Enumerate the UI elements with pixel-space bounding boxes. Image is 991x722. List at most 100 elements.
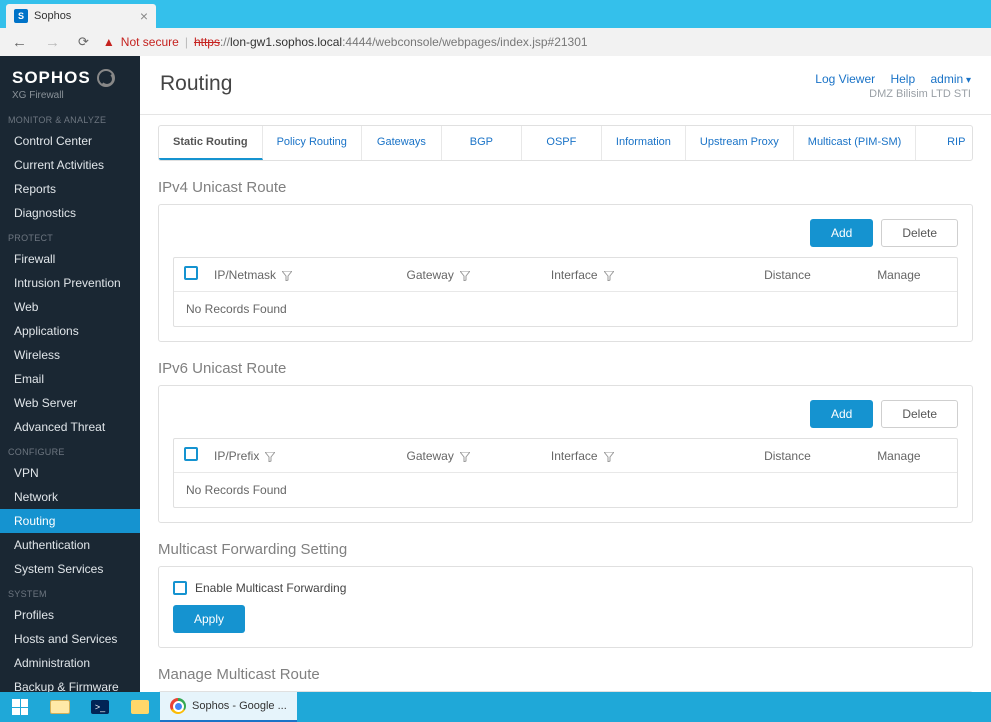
- windows-icon: [12, 699, 28, 715]
- ipv6-add-button[interactable]: Add: [810, 400, 873, 428]
- sidebar: SOPHOS XG Firewall MONITOR & ANALYZECont…: [0, 56, 140, 692]
- col-gateway: Gateway: [407, 268, 454, 282]
- back-button[interactable]: ←: [8, 34, 31, 51]
- taskbar-chrome-window[interactable]: Sophos - Google ...: [160, 692, 297, 722]
- sidebar-item-profiles[interactable]: Profiles: [0, 603, 140, 627]
- taskbar-files[interactable]: [120, 692, 160, 722]
- filter-icon[interactable]: [460, 451, 470, 461]
- tab-ospf[interactable]: OSPF: [522, 126, 602, 160]
- sidebar-item-administration[interactable]: Administration: [0, 651, 140, 675]
- close-icon[interactable]: ×: [140, 8, 148, 24]
- mcast-fwd-panel: Enable Multicast Forwarding Apply: [158, 566, 973, 648]
- ipv6-select-all-checkbox[interactable]: [184, 447, 198, 461]
- sidebar-item-wireless[interactable]: Wireless: [0, 343, 140, 367]
- col-manage: Manage: [877, 449, 920, 463]
- ipv4-panel: Add Delete IP/Netmask Gateway Interface …: [158, 204, 973, 342]
- sidebar-item-diagnostics[interactable]: Diagnostics: [0, 201, 140, 225]
- col-interface: Interface: [551, 268, 598, 282]
- browser-tab[interactable]: S Sophos ×: [6, 4, 156, 28]
- col-manage: Manage: [877, 268, 920, 282]
- sidebar-item-reports[interactable]: Reports: [0, 177, 140, 201]
- mcast-mgr-title: Manage Multicast Route: [158, 666, 973, 683]
- tab-gateways[interactable]: Gateways: [362, 126, 442, 160]
- sidebar-item-authentication[interactable]: Authentication: [0, 533, 140, 557]
- taskbar-app-title: Sophos - Google ...: [192, 700, 287, 712]
- powershell-icon: >_: [91, 700, 109, 714]
- tab-policy-routing[interactable]: Policy Routing: [263, 126, 362, 160]
- taskbar-powershell[interactable]: >_: [80, 692, 120, 722]
- sidebar-item-web-server[interactable]: Web Server: [0, 391, 140, 415]
- chrome-icon: [170, 698, 186, 714]
- logo: SOPHOS XG Firewall: [0, 56, 140, 107]
- folder-icon: [131, 700, 149, 714]
- not-secure-label: Not secure: [121, 35, 179, 49]
- tab-bgp[interactable]: BGP: [442, 126, 522, 160]
- sidebar-item-hosts-and-services[interactable]: Hosts and Services: [0, 627, 140, 651]
- sidebar-item-web[interactable]: Web: [0, 295, 140, 319]
- col-interface: Interface: [551, 449, 598, 463]
- sidebar-item-applications[interactable]: Applications: [0, 319, 140, 343]
- sidebar-item-firewall[interactable]: Firewall: [0, 247, 140, 271]
- sidebar-item-backup-firmware[interactable]: Backup & Firmware: [0, 675, 140, 692]
- sidebar-section-header: CONFIGURE: [0, 439, 140, 461]
- ipv6-delete-button[interactable]: Delete: [881, 400, 958, 428]
- warning-icon: ▲: [103, 35, 115, 49]
- enable-multicast-checkbox[interactable]: [173, 581, 187, 595]
- explorer-icon: [50, 700, 70, 714]
- logo-text: SOPHOS: [12, 68, 91, 88]
- sidebar-section-header: MONITOR & ANALYZE: [0, 107, 140, 129]
- enable-multicast-label: Enable Multicast Forwarding: [195, 581, 346, 595]
- sidebar-item-advanced-threat[interactable]: Advanced Threat: [0, 415, 140, 439]
- sidebar-item-control-center[interactable]: Control Center: [0, 129, 140, 153]
- page-title: Routing: [160, 72, 232, 96]
- filter-icon[interactable]: [265, 451, 275, 461]
- org-name: DMZ Bilisim LTD STI: [803, 88, 971, 100]
- tab-rip[interactable]: RIP: [916, 126, 973, 160]
- tab-static-routing[interactable]: Static Routing: [159, 126, 263, 160]
- taskbar-explorer[interactable]: [40, 692, 80, 722]
- help-link[interactable]: Help: [890, 72, 915, 86]
- favicon: S: [14, 9, 28, 23]
- sidebar-item-routing[interactable]: Routing: [0, 509, 140, 533]
- ipv6-section-title: IPv6 Unicast Route: [158, 360, 973, 377]
- apply-button[interactable]: Apply: [173, 605, 245, 633]
- sidebar-item-network[interactable]: Network: [0, 485, 140, 509]
- forward-button: →: [41, 34, 64, 51]
- reload-button[interactable]: ⟳: [74, 34, 93, 50]
- tab-information[interactable]: Information: [602, 126, 686, 160]
- filter-icon[interactable]: [604, 270, 614, 280]
- sidebar-section-header: PROTECT: [0, 225, 140, 247]
- sidebar-item-vpn[interactable]: VPN: [0, 461, 140, 485]
- tab-bar: Static RoutingPolicy RoutingGatewaysBGPO…: [158, 125, 973, 161]
- sidebar-item-system-services[interactable]: System Services: [0, 557, 140, 581]
- filter-icon[interactable]: [604, 451, 614, 461]
- ipv4-add-button[interactable]: Add: [810, 219, 873, 247]
- admin-menu[interactable]: admin: [931, 72, 972, 86]
- start-button[interactable]: [0, 692, 40, 722]
- url-host: lon-gw1.sophos.local: [230, 35, 342, 49]
- logo-icon: [97, 69, 115, 87]
- url-scheme: https: [194, 35, 220, 49]
- ipv6-empty-row: No Records Found: [174, 472, 957, 507]
- col-gateway: Gateway: [407, 449, 454, 463]
- ipv4-select-all-checkbox[interactable]: [184, 266, 198, 280]
- url-path: :4444/webconsole/webpages/index.jsp#2130…: [342, 35, 588, 49]
- col-ip: IP/Prefix: [214, 449, 259, 463]
- logo-subtitle: XG Firewall: [12, 90, 128, 101]
- sidebar-item-current-activities[interactable]: Current Activities: [0, 153, 140, 177]
- filter-icon[interactable]: [282, 270, 292, 280]
- ipv4-delete-button[interactable]: Delete: [881, 219, 958, 247]
- log-viewer-link[interactable]: Log Viewer: [815, 72, 875, 86]
- mcast-fwd-title: Multicast Forwarding Setting: [158, 541, 973, 558]
- col-ip: IP/Netmask: [214, 268, 276, 282]
- ipv6-panel: Add Delete IP/Prefix Gateway Interface D…: [158, 385, 973, 523]
- tab-upstream-proxy[interactable]: Upstream Proxy: [686, 126, 794, 160]
- address-bar[interactable]: ▲ Not secure | https://lon-gw1.sophos.lo…: [103, 35, 983, 49]
- tab-multicast-pim-sm-[interactable]: Multicast (PIM-SM): [794, 126, 917, 160]
- sidebar-section-header: SYSTEM: [0, 581, 140, 603]
- ipv4-empty-row: No Records Found: [174, 291, 957, 326]
- ipv4-section-title: IPv4 Unicast Route: [158, 179, 973, 196]
- filter-icon[interactable]: [460, 270, 470, 280]
- sidebar-item-email[interactable]: Email: [0, 367, 140, 391]
- sidebar-item-intrusion-prevention[interactable]: Intrusion Prevention: [0, 271, 140, 295]
